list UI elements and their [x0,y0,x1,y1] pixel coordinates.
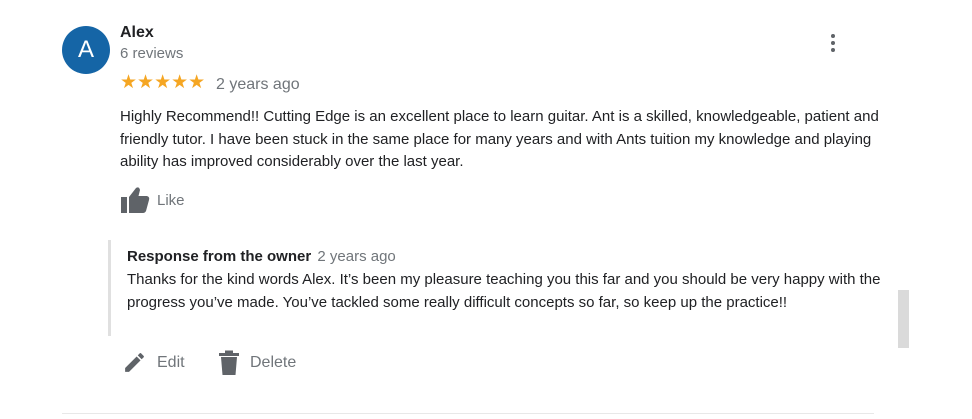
like-label: Like [157,191,185,209]
response-header: Response from the owner 2 years ago [127,248,396,265]
delete-label: Delete [250,354,297,371]
more-options-button[interactable] [820,30,846,56]
review-date: 2 years ago [216,76,300,93]
thumb-up-icon [121,187,150,213]
reviewer-name[interactable]: Alex [120,24,154,42]
response-date: 2 years ago [317,248,396,265]
avatar-letter: A [77,36,94,63]
divider [62,413,874,414]
scrollbar-thumb[interactable] [898,290,909,348]
pencil-icon [125,353,144,372]
like-button[interactable]: Like [120,186,185,214]
avatar[interactable]: A [62,26,110,74]
edit-button[interactable]: Edit [122,350,185,375]
edit-label: Edit [157,353,185,371]
trash-icon [219,350,239,375]
response-title: Response from the owner [127,248,312,265]
review-count: 6 reviews [120,45,184,62]
more-vert-icon [831,34,835,38]
response-text: Thanks for the kind words Alex. It’s bee… [127,271,881,311]
delete-button[interactable]: Delete [218,350,296,376]
review-text: Highly Recommend!! Cutting Edge is an ex… [120,108,879,170]
owner-response: Response from the owner 2 years ago Than… [108,240,891,336]
star-rating: ★★★★★ [120,72,206,93]
